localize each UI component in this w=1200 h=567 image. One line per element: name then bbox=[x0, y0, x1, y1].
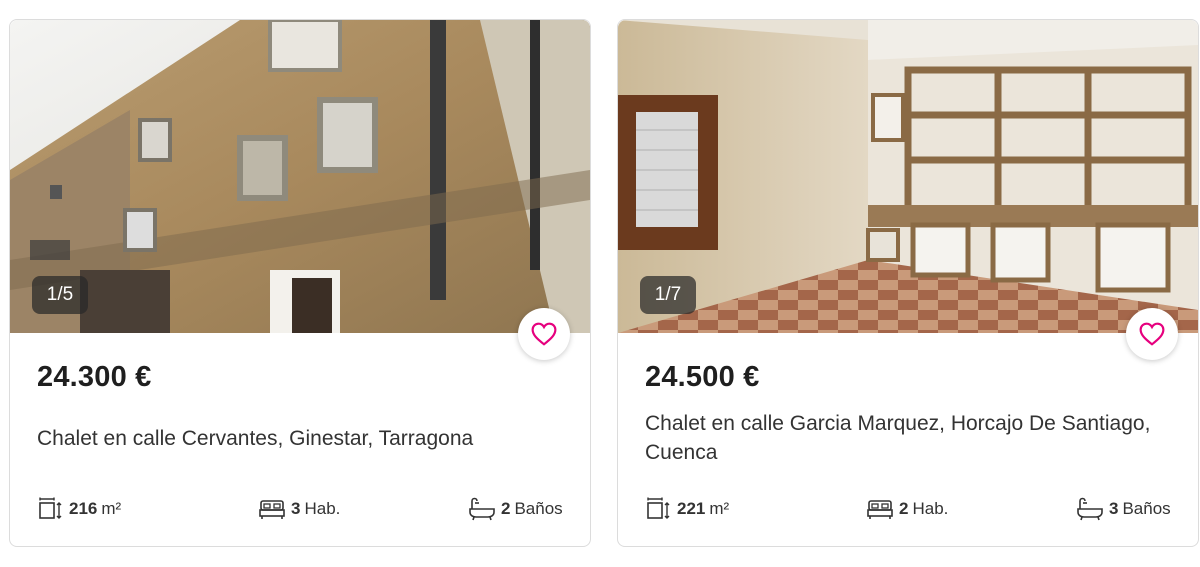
bed-icon bbox=[867, 500, 893, 519]
area-unit: m² bbox=[709, 499, 730, 518]
rooms-label: Hab. bbox=[912, 499, 949, 518]
feature-area: 221 m² bbox=[645, 494, 729, 524]
area-icon bbox=[647, 497, 670, 519]
area-value: 221 bbox=[677, 499, 706, 518]
listing-price: 24.500 € bbox=[645, 361, 760, 393]
baths-value: 3 bbox=[1109, 499, 1119, 518]
photo-counter: 1/5 bbox=[32, 276, 88, 314]
bathtub-icon bbox=[469, 497, 495, 521]
area-value: 216 bbox=[69, 499, 98, 518]
feature-rooms: 3 Hab. bbox=[259, 494, 340, 524]
area-icon bbox=[39, 497, 62, 519]
baths-value: 2 bbox=[501, 499, 511, 518]
feature-rooms: 2 Hab. bbox=[867, 494, 948, 524]
listing-features: 216 m² 3 Hab. 2 Baños bbox=[37, 494, 567, 524]
rooms-label: Hab. bbox=[304, 499, 341, 518]
baths-label: Baños bbox=[514, 499, 563, 518]
listing-photo[interactable] bbox=[10, 20, 590, 333]
listing-title[interactable]: Chalet en calle Garcia Marquez, Horcajo … bbox=[645, 409, 1185, 467]
heart-outline-icon bbox=[531, 322, 557, 346]
listing-card[interactable]: 1/5 24.300 € Chalet en calle Cervantes, … bbox=[9, 19, 591, 547]
listing-photo[interactable] bbox=[618, 20, 1198, 333]
listing-features: 221 m² 2 Hab. 3 Baños bbox=[645, 494, 1175, 524]
area-unit: m² bbox=[101, 499, 122, 518]
favorite-button[interactable] bbox=[1126, 308, 1178, 360]
feature-area: 216 m² bbox=[37, 494, 121, 524]
baths-label: Baños bbox=[1122, 499, 1171, 518]
photo-counter: 1/7 bbox=[640, 276, 696, 314]
rooms-value: 3 bbox=[291, 499, 301, 518]
bathtub-icon bbox=[1077, 497, 1103, 521]
heart-outline-icon bbox=[1139, 322, 1165, 346]
listing-title[interactable]: Chalet en calle Cervantes, Ginestar, Tar… bbox=[37, 424, 577, 453]
rooms-value: 2 bbox=[899, 499, 909, 518]
favorite-button[interactable] bbox=[518, 308, 570, 360]
building-facade-image bbox=[10, 20, 590, 333]
feature-baths: 3 Baños bbox=[1077, 494, 1171, 524]
listing-card[interactable]: 1/7 24.500 € Chalet en calle Garcia Marq… bbox=[617, 19, 1199, 547]
bed-icon bbox=[259, 500, 285, 519]
interior-room-image bbox=[618, 20, 1198, 333]
listing-price: 24.300 € bbox=[37, 361, 152, 393]
feature-baths: 2 Baños bbox=[469, 494, 563, 524]
